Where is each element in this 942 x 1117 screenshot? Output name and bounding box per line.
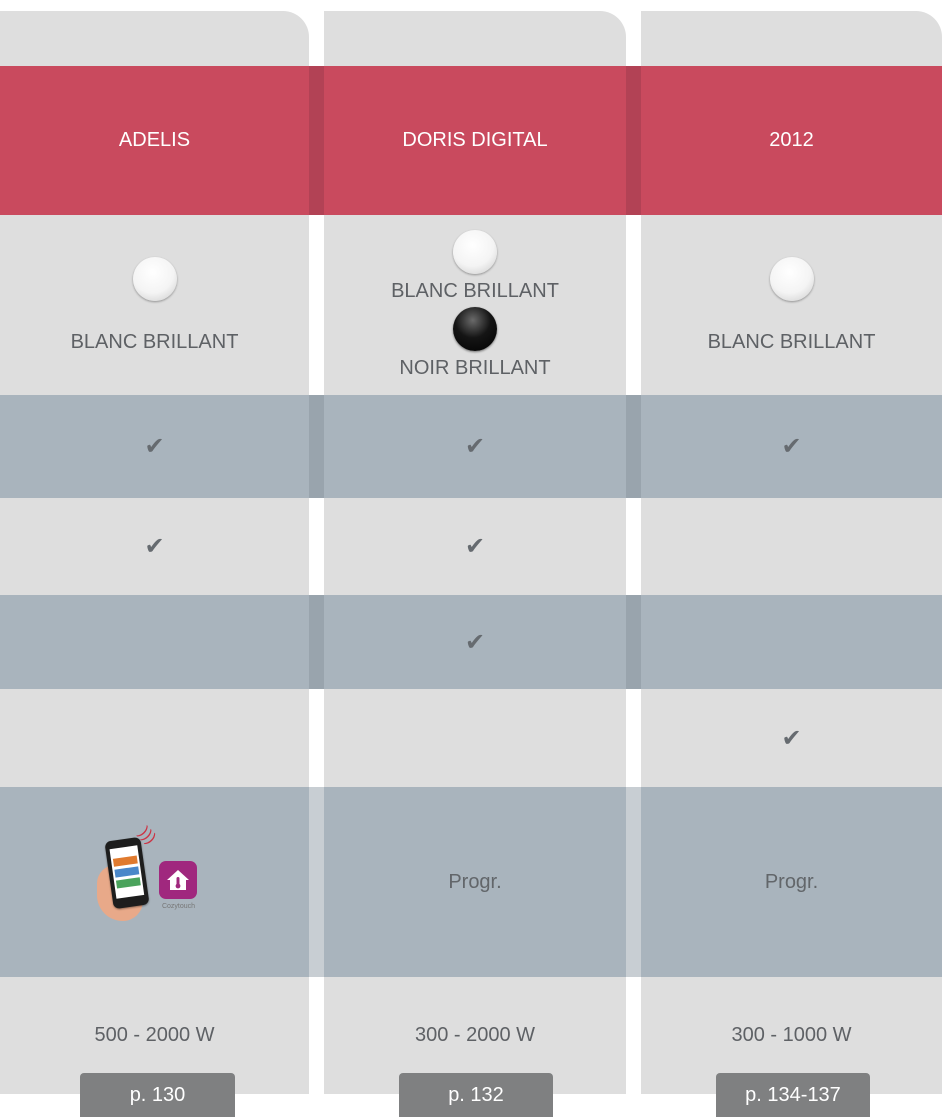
cozytouch-app-icon (158, 861, 197, 899)
finish-cell: BLANC BRILLANT (641, 215, 942, 395)
band-gap (626, 395, 641, 498)
page-link-doris-digital[interactable]: p. 132 (399, 1073, 553, 1117)
black-gloss-swatch (453, 307, 497, 351)
band-gap (626, 787, 641, 977)
empty-cell (324, 689, 626, 787)
check-icon: ✔ (144, 533, 165, 560)
check-icon: ✔ (781, 724, 802, 752)
finish-label: BLANC BRILLANT (70, 330, 239, 353)
finish-cell: BLANC BRILLANT (0, 215, 309, 395)
check-icon: ✔ (464, 628, 486, 656)
product-name: 2012 (769, 129, 814, 151)
empty-cell (0, 595, 309, 689)
product-name: ADELIS (118, 129, 191, 151)
programming-label: Progr. (764, 870, 819, 893)
check-icon: ✔ (464, 433, 486, 460)
finish-cell: BLANC BRILLANT NOIR BRILLANT (324, 215, 626, 395)
band-gap (309, 595, 324, 689)
band-gap (626, 595, 641, 689)
empty-cell (641, 595, 942, 689)
check-icon: ✔ (464, 533, 486, 560)
white-gloss-swatch (769, 256, 814, 301)
programming-label: Progr. (448, 870, 502, 893)
empty-cell (641, 498, 942, 595)
product-name: DORIS DIGITAL (402, 129, 548, 151)
white-gloss-swatch (453, 230, 497, 274)
band-gap (309, 787, 324, 977)
check-icon: ✔ (781, 433, 802, 460)
check-icon: ✔ (144, 433, 165, 460)
band-gap (309, 395, 324, 498)
empty-cell (0, 689, 309, 787)
cozytouch-image: ))) Cozytouch (95, 824, 215, 937)
finish-label: BLANC BRILLANT (707, 330, 876, 353)
page-link-adelis[interactable]: p. 130 (80, 1073, 235, 1117)
finish-label: BLANC BRILLANT (391, 280, 559, 302)
page-link-2012[interactable]: p. 134-137 (716, 1073, 870, 1117)
band-gap (626, 66, 641, 215)
cozytouch-label: Cozytouch (161, 903, 196, 910)
product-column-adelis: ADELIS BLANC BRILLANT ✔ ✔ ))) Cozytouch … (0, 11, 309, 1094)
product-column-2012: 2012 BLANC BRILLANT ✔ ✔ Progr. 300 - 100… (641, 11, 942, 1094)
band-gap (309, 66, 324, 215)
finish-label: NOIR BRILLANT (399, 357, 551, 379)
product-column-doris-digital: DORIS DIGITAL BLANC BRILLANT NOIR BRILLA… (324, 11, 626, 1094)
cozytouch-cell: ))) Cozytouch (0, 787, 309, 977)
white-gloss-swatch (132, 256, 177, 301)
